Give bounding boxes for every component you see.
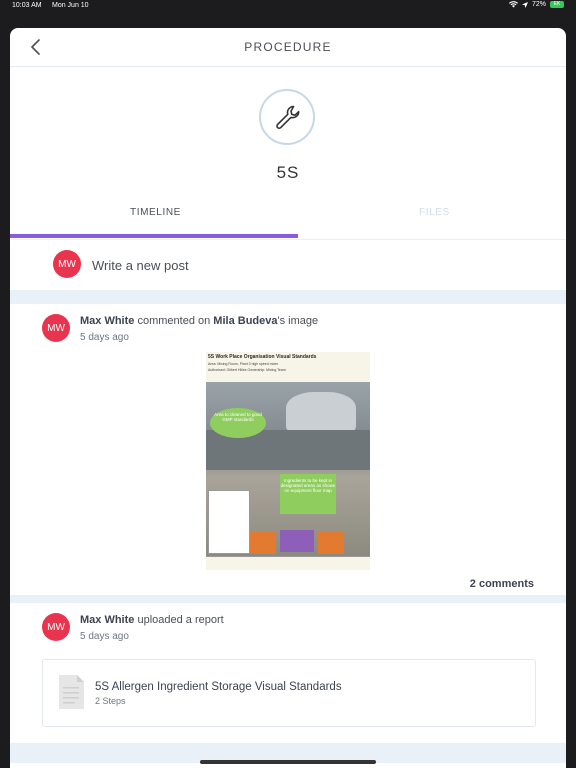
status-bar: 10:03 AM Mon Jun 10 72% EK	[0, 0, 576, 13]
poster-crate	[250, 532, 276, 554]
post-target[interactable]: Mila Budeva	[213, 315, 277, 327]
status-date: Mon Jun 10	[52, 2, 89, 9]
post-author[interactable]: Max White	[80, 315, 134, 327]
post-header: Max White uploaded a report	[80, 614, 224, 626]
post-action: uploaded a report	[137, 614, 224, 626]
home-indicator[interactable]	[200, 760, 376, 764]
post-image[interactable]: 5S Work Place Organisation Visual Standa…	[206, 352, 370, 570]
feed-separator	[10, 595, 566, 603]
poster-schedule-table	[208, 490, 250, 554]
procedure-sheet: PROCEDURE 5S TIMELINE FILES MW Write a n…	[10, 28, 566, 768]
timeline-post: MW Max White uploaded a report 5 days ag…	[10, 603, 566, 743]
tab-timeline[interactable]: TIMELINE	[130, 207, 181, 218]
location-icon	[521, 1, 528, 8]
avatar[interactable]: MW	[42, 314, 70, 342]
post-header: Max White commented on Mila Budeva's ima…	[80, 315, 318, 327]
poster-crate	[318, 532, 344, 554]
battery-icon: EK	[550, 1, 564, 8]
poster-footer	[206, 556, 370, 570]
procedure-name: 5S	[276, 163, 300, 182]
post-action: commented on	[137, 315, 211, 327]
poster-mixer	[286, 392, 356, 432]
poster-header: 5S Work Place Organisation Visual Standa…	[206, 352, 370, 382]
tab-files[interactable]: FILES	[419, 207, 450, 218]
nav-bar: PROCEDURE	[10, 28, 566, 67]
procedure-icon-circle	[259, 89, 315, 145]
write-post-input[interactable]: Write a new post	[92, 258, 189, 273]
post-time: 5 days ago	[80, 332, 129, 343]
poster-authorised: Authorised: Gilbert Hilles Ownership: Mi…	[208, 368, 286, 372]
wifi-icon	[508, 1, 518, 8]
battery-percent: 72%	[531, 1, 546, 8]
wrench-icon	[276, 105, 300, 129]
tab-bar: TIMELINE FILES	[10, 197, 566, 240]
poster-crate	[280, 530, 314, 552]
active-tab-indicator	[10, 234, 298, 238]
timeline-post: MW Max White commented on Mila Budeva's …	[10, 304, 566, 595]
post-target-suffix: 's image	[277, 315, 319, 327]
document-icon	[59, 675, 84, 709]
post-author[interactable]: Max White	[80, 614, 134, 626]
status-time: 10:03 AM	[12, 2, 42, 9]
report-card[interactable]: 5S Allergen Ingredient Storage Visual St…	[42, 659, 536, 727]
avatar[interactable]: MW	[42, 613, 70, 641]
poster-callout: Area to cleaned to good GMP standards	[210, 408, 266, 438]
poster-title: 5S Work Place Organisation Visual Standa…	[208, 354, 317, 360]
feed-separator	[10, 290, 566, 304]
compose-post[interactable]: MW Write a new post	[10, 240, 566, 290]
report-title: 5S Allergen Ingredient Storage Visual St…	[95, 681, 342, 693]
avatar: MW	[53, 250, 81, 278]
post-time: 5 days ago	[80, 631, 129, 642]
report-steps: 2 Steps	[95, 696, 126, 706]
procedure-header: 5S	[10, 67, 566, 197]
comments-link[interactable]: 2 comments	[470, 578, 534, 590]
status-right: 72% EK	[508, 1, 564, 8]
poster-callout: Ingredients to be kept in designated are…	[280, 474, 336, 514]
poster-photo: Area to cleaned to good GMP standards In…	[206, 382, 370, 556]
nav-title: PROCEDURE	[244, 40, 332, 54]
poster-area: Area: Mixing Room, Plant 3 high speed mi…	[208, 362, 279, 366]
